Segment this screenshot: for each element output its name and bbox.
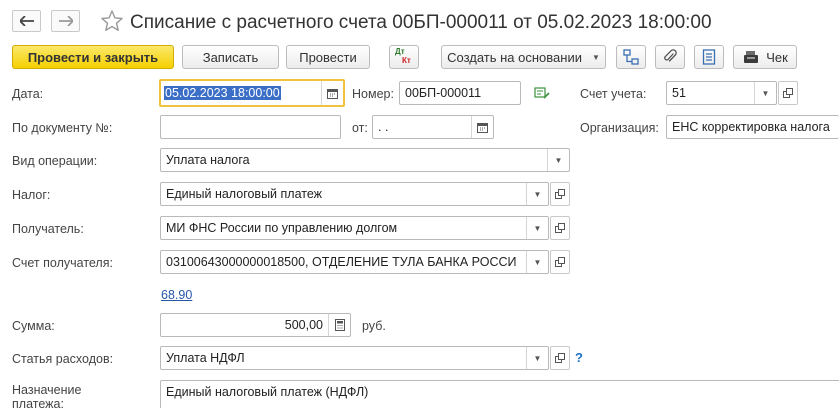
dt-kt-button[interactable]: Дт Кт [389, 45, 419, 69]
from-calendar-button[interactable] [471, 116, 493, 138]
expense-item-value: Уплата НДФЛ [166, 351, 245, 365]
from-label: от: [352, 121, 368, 135]
amount-label: Сумма: [12, 319, 55, 333]
account-open-button[interactable] [778, 81, 798, 105]
receipt-label: Чек [766, 49, 788, 65]
purpose-label: Назначение платежа: [12, 383, 82, 411]
tax-open-button[interactable] [550, 182, 570, 206]
recipient-dropdown-button[interactable]: ▼ [526, 217, 548, 239]
receipt-button[interactable]: Чек [733, 45, 797, 69]
recipient-account-dropdown-button[interactable]: ▼ [526, 251, 548, 273]
by-document-field[interactable] [160, 115, 341, 139]
recipient-value: МИ ФНС России по управлению долгом [166, 221, 398, 235]
create-based-on-label: Создать на основании [447, 49, 582, 65]
date-label: Дата: [12, 87, 44, 101]
from-date-value: . . [378, 120, 389, 134]
operation-type-field[interactable]: Уплата налога ▼ [160, 148, 570, 172]
amount-field[interactable]: 500,00 [160, 313, 351, 337]
recipient-field[interactable]: МИ ФНС России по управлению долгом ▼ [160, 216, 549, 240]
open-window-icon [555, 353, 565, 363]
open-window-icon [555, 189, 565, 199]
calendar-icon [477, 122, 488, 133]
caret-down-icon: ▼ [591, 52, 600, 62]
account-value: 51 [672, 86, 686, 100]
recipient-open-button[interactable] [550, 216, 570, 240]
operation-type-dropdown-button[interactable]: ▼ [547, 149, 569, 171]
calendar-button[interactable] [321, 81, 343, 105]
date-value: 05.02.2023 18:00:00 [164, 86, 281, 100]
tax-dropdown-button[interactable]: ▼ [526, 183, 548, 205]
number-label: Номер: [352, 87, 394, 101]
purpose-value: Единый налоговый платеж (НДФЛ) [166, 385, 369, 399]
dt-kt-icon: Дт Кт [394, 47, 414, 66]
number-field[interactable]: 00БП-000011 [399, 81, 521, 105]
recipient-account-value: 03100643000000018500, ОТДЕЛЕНИЕ ТУЛА БАН… [166, 255, 517, 269]
kt-label: Кт [402, 56, 411, 65]
account-field[interactable]: 51 ▼ [666, 81, 777, 105]
arrow-right-icon [58, 16, 73, 26]
structure-button[interactable] [616, 45, 646, 69]
amount-unit: руб. [362, 319, 386, 333]
amount-value: 500,00 [284, 318, 323, 332]
by-document-value [161, 116, 340, 138]
caret-down-icon: ▼ [533, 223, 542, 233]
post-and-close-button[interactable]: Провести и закрыть [12, 45, 174, 69]
recipient-account-field[interactable]: 03100643000000018500, ОТДЕЛЕНИЕ ТУЛА БАН… [160, 250, 549, 274]
open-window-icon [555, 223, 565, 233]
operation-type-value: Уплата налога [166, 153, 250, 167]
favorite-star-button[interactable] [100, 9, 124, 36]
calculator-icon [334, 319, 345, 331]
pencil-list-icon [534, 87, 550, 99]
star-icon [101, 10, 123, 31]
date-field[interactable]: 05.02.2023 18:00:00 [159, 79, 345, 107]
edit-number-icon[interactable] [534, 86, 550, 103]
back-button[interactable] [12, 10, 41, 32]
recipient-account-label: Счет получателя: [12, 256, 113, 270]
expense-item-dropdown-button[interactable]: ▼ [526, 347, 548, 369]
page-title: Списание с расчетного счета 00БП-000011 … [130, 12, 712, 33]
number-value: 00БП-000011 [405, 86, 482, 100]
from-date-field[interactable]: . . [372, 115, 494, 139]
open-window-icon [555, 257, 565, 267]
forward-button[interactable] [51, 10, 80, 32]
post-button[interactable]: Провести [286, 45, 370, 69]
tax-value: Единый налоговый платеж [166, 187, 323, 201]
account-dropdown-button[interactable]: ▼ [754, 82, 776, 104]
arrow-left-icon [19, 16, 34, 26]
recipient-account-open-button[interactable] [550, 250, 570, 274]
operation-type-label: Вид операции: [12, 154, 98, 168]
hierarchy-icon [623, 49, 639, 65]
caret-down-icon: ▼ [554, 155, 563, 165]
tax-field[interactable]: Единый налоговый платеж ▼ [160, 182, 549, 206]
organization-value: ЕНС корректировка налога [672, 120, 830, 134]
report-button[interactable] [694, 45, 724, 69]
cash-register-icon [744, 51, 759, 63]
caret-down-icon: ▼ [533, 189, 542, 199]
expense-item-label: Статья расходов: [12, 352, 114, 366]
by-document-label: По документу №: [12, 121, 113, 135]
purpose-textarea[interactable]: Единый налоговый платеж (НДФЛ) [160, 380, 839, 408]
expense-item-field[interactable]: Уплата НДФЛ ▼ [160, 346, 549, 370]
recipient-label: Получатель: [12, 222, 84, 236]
create-based-on-button[interactable]: Создать на основании ▼ [441, 45, 606, 69]
caret-down-icon: ▼ [761, 88, 770, 98]
document-list-icon [702, 49, 716, 65]
paperclip-icon [664, 49, 677, 62]
save-button[interactable]: Записать [182, 45, 279, 69]
dt-label: Дт [395, 47, 405, 56]
open-window-icon [783, 88, 793, 98]
organization-label: Организация: [580, 121, 659, 135]
caret-down-icon: ▼ [533, 257, 542, 267]
caret-down-icon: ▼ [533, 353, 542, 363]
help-icon[interactable]: ? [575, 350, 583, 365]
organization-field[interactable]: ЕНС корректировка налога [666, 115, 839, 139]
expense-item-open-button[interactable] [550, 346, 570, 370]
account-label: Счет учета: [580, 87, 647, 101]
attach-file-button[interactable] [655, 45, 685, 69]
account-68-90-link[interactable]: 68.90 [161, 288, 192, 302]
calculator-button[interactable] [328, 314, 350, 336]
calendar-icon [327, 88, 338, 99]
tax-label: Налог: [12, 188, 51, 202]
